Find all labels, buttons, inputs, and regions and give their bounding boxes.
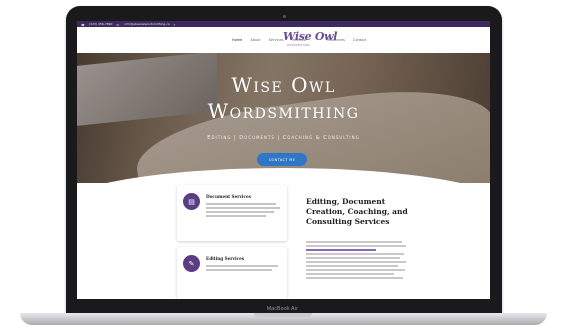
service-desc-line — [206, 215, 266, 217]
section-heading: Editing, Document Creation, Coaching, an… — [306, 197, 408, 226]
para-line — [306, 269, 405, 271]
pen-icon: ✎ — [183, 255, 200, 272]
hero: Wise Owl Wordsmithing Editing | Document… — [77, 53, 490, 183]
document-icon: ▤ — [183, 193, 200, 210]
para-line — [306, 253, 404, 255]
camera-icon — [283, 15, 286, 18]
service-title: Document Services — [206, 194, 252, 199]
content: ▤ Document Services ✎ Editing Services E… — [77, 183, 490, 299]
hero-subtitle: Editing | Documents | Coaching & Consult… — [207, 135, 360, 141]
email-text[interactable]: info@wiseowlwordsmithing.ca — [124, 22, 169, 26]
hero-title-line1: Wise Owl — [231, 73, 336, 97]
service-card-editing[interactable]: ✎ Editing Services — [177, 247, 287, 299]
laptop-notch — [254, 313, 312, 317]
service-desc-line — [206, 203, 276, 205]
para-link-line[interactable] — [306, 249, 376, 251]
service-card-document[interactable]: ▤ Document Services — [177, 185, 287, 241]
service-desc-line — [206, 269, 272, 271]
contact-button[interactable]: CONTACT ME — [257, 153, 307, 166]
service-desc-line — [206, 207, 280, 209]
para-line — [306, 261, 406, 263]
para-line — [306, 277, 403, 279]
para-line — [306, 241, 402, 243]
logo-sub: WORDSMITHING — [287, 44, 310, 47]
hero-title-line2: Wordsmithing — [207, 99, 360, 123]
nav-about[interactable]: About — [250, 38, 260, 42]
nav-right: Resources Contact — [327, 38, 367, 42]
para-line — [306, 257, 400, 259]
nav-home[interactable]: Home — [232, 38, 242, 42]
service-desc-line — [206, 265, 278, 267]
para-line — [306, 265, 398, 267]
phone-text[interactable]: (123) 456-7890 — [89, 22, 112, 26]
social-icon[interactable]: f — [174, 23, 178, 27]
service-title: Editing Services — [206, 256, 245, 261]
service-desc-line — [206, 211, 274, 213]
nav-contact[interactable]: Contact — [353, 38, 367, 42]
navbar: Home About Services Portfolio Wise Owl W… — [77, 27, 490, 53]
model-label: MacBook Air — [266, 306, 299, 312]
nav-services[interactable]: Services — [269, 38, 284, 42]
phone-icon: ☎ — [81, 22, 85, 27]
screen: ☎ (123) 456-7890 ✉ info@wiseowlwordsmith… — [77, 21, 490, 299]
nav-resources[interactable]: Resources — [327, 38, 345, 42]
para-line — [306, 273, 394, 275]
email-icon: ✉ — [116, 22, 119, 27]
stage: ☎ (123) 456-7890 ✉ info@wiseowlwordsmith… — [0, 0, 565, 328]
para-line — [306, 245, 406, 247]
